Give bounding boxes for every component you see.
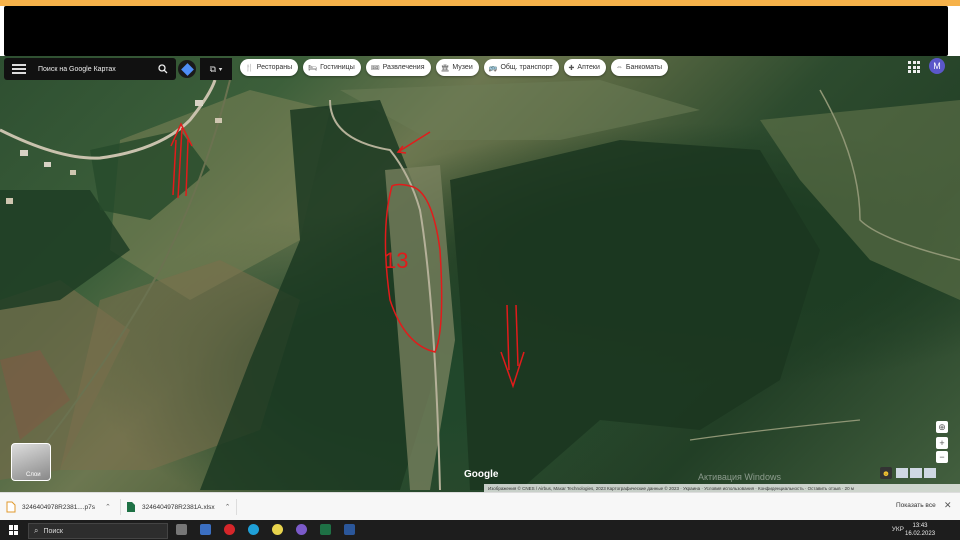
windows-activation-watermark: Активация Windows	[698, 472, 781, 482]
file-icon	[6, 501, 16, 513]
chip-transit[interactable]: 🚌 Общ. транспорт	[483, 59, 559, 76]
search-input[interactable]: Поиск на Google Картах	[38, 66, 158, 73]
pond-number: 13	[384, 248, 408, 273]
google-logo: Google	[464, 469, 499, 480]
fork-knife-icon: 🍴	[245, 64, 254, 72]
minus-icon: −	[939, 452, 945, 462]
bus-icon: 🚌	[488, 64, 498, 72]
keyboard-language[interactable]: УКР	[892, 526, 904, 533]
extension-button[interactable]: ⧉ ▾	[200, 58, 232, 80]
download-filename: 3246404978R2381....p7s	[22, 503, 96, 511]
chip-pharmacies[interactable]: ✚ Аптеки	[563, 59, 606, 76]
zoom-in-button[interactable]: +	[936, 437, 948, 449]
clock-time: 13:43	[912, 523, 928, 529]
chip-museums[interactable]: 🏛 Музеи	[435, 59, 479, 76]
chip-label: Музеи	[452, 64, 473, 71]
plus-icon: +	[939, 438, 945, 448]
chip-label: Аптеки	[577, 64, 600, 71]
chrome-icon[interactable]	[272, 524, 283, 535]
windows-taskbar: ⌕ Поиск УКР 13:43 16.02.2023	[0, 520, 960, 540]
directions-icon	[180, 62, 194, 76]
atm-icon: ⇔	[615, 64, 623, 71]
chip-label: Рестораны	[256, 64, 293, 71]
opera-icon[interactable]	[224, 524, 235, 535]
layers-label: Слои	[26, 472, 41, 478]
taskbar-search[interactable]: ⌕ Поиск	[28, 523, 168, 539]
close-icon[interactable]: ✕	[944, 500, 952, 511]
clock-date: 16.02.2023	[905, 531, 936, 537]
edge-icon[interactable]	[248, 524, 259, 535]
download-filename: 3246404978R2381A.xlsx	[142, 503, 215, 511]
directions-button[interactable]	[178, 60, 196, 78]
zoom-out-button[interactable]: −	[936, 451, 948, 463]
pegman-icon[interactable]: ☻	[880, 467, 892, 479]
extension-icon: ⧉ ▾	[209, 63, 223, 74]
show-all-downloads-link[interactable]: Показать все	[896, 502, 936, 509]
search-icon[interactable]	[158, 64, 168, 74]
layers-button[interactable]: Слои	[11, 443, 51, 481]
taskbar-clock[interactable]: 13:43 16.02.2023	[905, 522, 935, 538]
download-item[interactable]: 3246404978R2381A.xlsx ⌃	[126, 497, 231, 517]
account-avatar[interactable]: M	[929, 58, 945, 74]
pharmacy-icon: ✚	[568, 64, 575, 72]
redacted-bar	[4, 6, 948, 56]
museum-icon: 🏛	[440, 64, 450, 72]
excel-file-icon	[127, 502, 135, 512]
chip-label: Общ. транспорт	[500, 64, 553, 71]
bed-icon: 🛏	[308, 64, 318, 72]
ticket-icon: 🎟	[370, 64, 380, 72]
category-chips: 🍴 Рестораны 🛏 Гостиницы 🎟 Развлечения 🏛 Музе…	[240, 59, 669, 76]
target-icon: ⊕	[938, 421, 946, 432]
task-view-icon[interactable]	[176, 524, 187, 535]
download-item[interactable]: 3246404978R2381....p7s ⌃	[6, 497, 111, 517]
viber-icon[interactable]	[296, 524, 307, 535]
excel-icon[interactable]	[320, 524, 331, 535]
chip-restaurants[interactable]: 🍴 Рестораны	[240, 59, 299, 76]
chevron-up-icon[interactable]: ⌃	[225, 503, 231, 511]
chip-atms[interactable]: ⇔ Банкоматы	[610, 59, 669, 76]
taskbar-search-placeholder: Поиск	[43, 527, 63, 535]
windows-start-icon[interactable]	[9, 525, 19, 535]
imagery-thumbnails[interactable]	[896, 468, 936, 478]
apps-grid-icon[interactable]	[908, 61, 920, 73]
chip-hotels[interactable]: 🛏 Гостиницы	[303, 59, 361, 76]
map-attribution: Изображения © CNES / Airbus, Maxar Techn…	[484, 484, 960, 492]
menu-icon[interactable]	[12, 64, 26, 74]
location-button[interactable]: ⊕	[936, 421, 948, 433]
search-icon: ⌕	[34, 526, 39, 535]
chip-label: Развлечения	[382, 64, 425, 71]
chip-label: Банкоматы	[625, 64, 663, 71]
satellite-map[interactable]: 13	[0, 56, 960, 492]
chip-entertainment[interactable]: 🎟 Развлечения	[365, 59, 431, 76]
app-icon[interactable]	[200, 524, 211, 535]
chip-label: Гостиницы	[320, 64, 355, 71]
map-search-box[interactable]: Поиск на Google Картах	[4, 58, 176, 80]
word-icon[interactable]	[344, 524, 355, 535]
map-terrain: 13	[0, 79, 960, 491]
downloads-bar: 3246404978R2381....p7s ⌃ 3246404978R2381…	[0, 492, 960, 521]
chevron-up-icon[interactable]: ⌃	[105, 503, 111, 511]
